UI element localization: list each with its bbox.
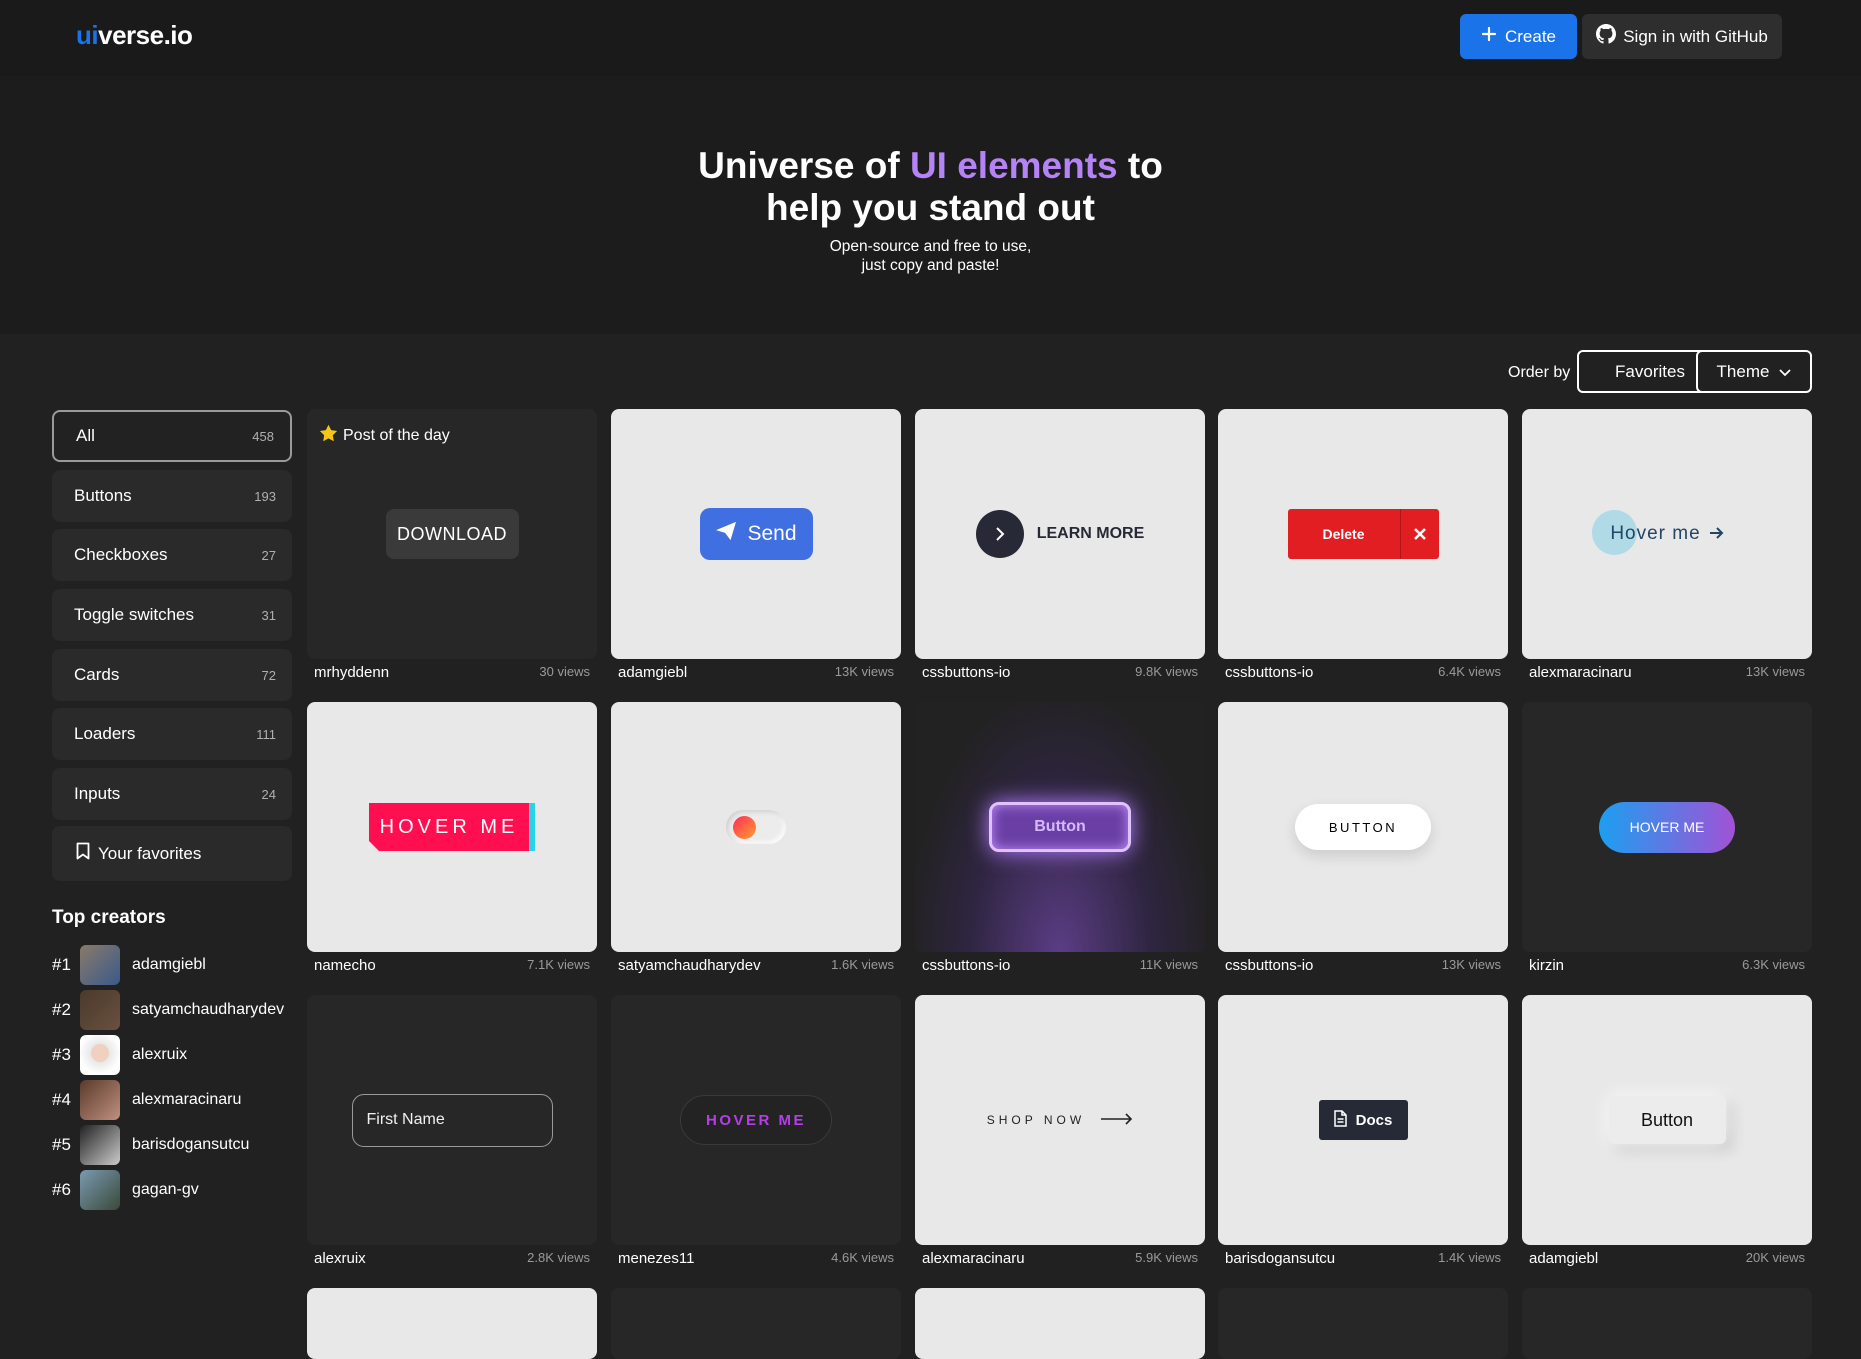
card-meta: alexruix 2.8K views: [314, 1250, 590, 1267]
pill-button[interactable]: BUTTON: [1295, 804, 1431, 850]
card-meta: cssbuttons-io 13K views: [1225, 957, 1501, 974]
card-meta: cssbuttons-io 9.8K views: [922, 664, 1198, 681]
element-card[interactable]: Hover me: [1522, 409, 1812, 659]
element-card[interactable]: Button: [1522, 995, 1812, 1245]
element-card[interactable]: LEARN MORE: [915, 409, 1205, 659]
sign-in-github-button[interactable]: Sign in with GitHub: [1582, 14, 1782, 59]
creator-item[interactable]: #2 satyamchaudharydev: [52, 990, 284, 1030]
bookmark-icon: [76, 842, 90, 865]
creator-item[interactable]: #5 barisdogansutcu: [52, 1125, 249, 1165]
order-by-label: Order by: [1508, 364, 1571, 381]
avatar: [80, 945, 120, 985]
docs-button[interactable]: Docs: [1318, 1100, 1408, 1140]
element-card[interactable]: SHOP NOW: [915, 995, 1205, 1245]
your-favorites-link[interactable]: Your favorites: [52, 826, 292, 881]
first-name-input[interactable]: First Name: [351, 1093, 553, 1147]
logo[interactable]: uiverse.io: [76, 20, 193, 51]
element-card[interactable]: Button: [915, 702, 1205, 952]
send-icon: [715, 521, 737, 547]
card-meta: satyamchaudharydev 1.6K views: [618, 957, 894, 974]
sidebar-item-loaders[interactable]: Loaders 111: [52, 708, 292, 760]
card-meta: menezes11 4.6K views: [618, 1250, 894, 1267]
element-card[interactable]: Send: [611, 409, 901, 659]
avatar: [80, 1125, 120, 1165]
create-button[interactable]: Create: [1460, 14, 1577, 59]
element-card[interactable]: [1522, 1288, 1812, 1359]
card-meta: barisdogansutcu 1.4K views: [1225, 1250, 1501, 1267]
avatar: [80, 1080, 120, 1120]
soft-button[interactable]: Button: [1608, 1096, 1726, 1144]
creator-item[interactable]: #4 alexmaracinaru: [52, 1080, 241, 1120]
card-meta: kirzin 6.3K views: [1529, 957, 1805, 974]
card-meta: alexmaracinaru 13K views: [1529, 664, 1805, 681]
hover-me-button[interactable]: HOVER ME: [369, 803, 535, 851]
toggle-knob: [733, 816, 756, 839]
card-meta: adamgiebl 13K views: [618, 664, 894, 681]
long-arrow-icon: [1101, 1112, 1133, 1128]
theme-select[interactable]: Theme: [1696, 350, 1812, 393]
neon-button[interactable]: Button: [989, 802, 1131, 852]
card-meta: adamgiebl 20K views: [1529, 1250, 1805, 1267]
creator-item[interactable]: #1 adamgiebl: [52, 945, 206, 985]
arrow-right-icon: [975, 510, 1024, 558]
card-meta: cssbuttons-io 6.4K views: [1225, 664, 1501, 681]
hero-section: Universe of UI elements to help you stan…: [0, 76, 1861, 334]
creator-item[interactable]: #6 gagan-gv: [52, 1170, 199, 1210]
hero-title: Universe of UI elements to help you stan…: [698, 145, 1163, 228]
element-card[interactable]: [611, 1288, 901, 1359]
card-meta: mrhyddenn 30 views: [314, 664, 590, 681]
send-button[interactable]: Send: [699, 508, 813, 560]
close-icon: [1399, 509, 1439, 559]
sidebar-item-buttons[interactable]: Buttons 193: [52, 470, 292, 522]
gradient-button[interactable]: HOVER ME: [1599, 801, 1735, 853]
avatar: [80, 1170, 120, 1210]
hover-me-button[interactable]: Hover me: [1592, 510, 1724, 555]
card-meta: cssbuttons-io 11K views: [922, 957, 1198, 974]
avatar: [80, 1035, 120, 1075]
plus-icon: [1481, 26, 1497, 47]
element-card[interactable]: HOVER ME: [611, 995, 901, 1245]
delete-button[interactable]: Delete: [1287, 509, 1439, 559]
element-card[interactable]: BUTTON: [1218, 702, 1508, 952]
card-meta: namecho 7.1K views: [314, 957, 590, 974]
element-card[interactable]: First Name: [307, 995, 597, 1245]
hero-subtitle: Open-source and free to use, just copy a…: [829, 238, 1032, 274]
shop-now-button[interactable]: SHOP NOW: [987, 1112, 1133, 1128]
creator-item[interactable]: #3 alexruix: [52, 1035, 187, 1075]
element-card[interactable]: HOVER ME: [307, 702, 597, 952]
github-icon: [1596, 24, 1617, 49]
sidebar-item-cards[interactable]: Cards 72: [52, 649, 292, 701]
top-creators-title: Top creators: [52, 907, 166, 928]
element-card[interactable]: Post of the day DOWNLOAD: [307, 409, 597, 659]
arrow-right-icon: [1709, 523, 1724, 545]
element-card[interactable]: [307, 1288, 597, 1359]
toggle-switch[interactable]: [726, 810, 786, 844]
element-card[interactable]: [915, 1288, 1205, 1359]
avatar: [80, 990, 120, 1030]
top-navbar: uiverse.io Create Sign in with GitHub: [0, 0, 1861, 76]
element-card[interactable]: HOVER ME: [1522, 702, 1812, 952]
learn-more-button[interactable]: LEARN MORE: [975, 510, 1144, 558]
sidebar-item-checkboxes[interactable]: Checkboxes 27: [52, 529, 292, 581]
hover-me-button[interactable]: HOVER ME: [680, 1095, 832, 1145]
element-card[interactable]: Docs: [1218, 995, 1508, 1245]
element-card[interactable]: Delete: [1218, 409, 1508, 659]
document-icon: [1333, 1109, 1347, 1131]
sidebar-item-toggle-switches[interactable]: Toggle switches 31: [52, 589, 292, 641]
element-card[interactable]: [1218, 1288, 1508, 1359]
download-button[interactable]: DOWNLOAD: [385, 509, 519, 559]
chevron-down-icon: [1779, 362, 1792, 382]
card-meta: alexmaracinaru 5.9K views: [922, 1250, 1198, 1267]
sidebar-item-inputs[interactable]: Inputs 24: [52, 768, 292, 820]
sidebar-item-all[interactable]: All 458: [52, 410, 292, 462]
element-card[interactable]: [611, 702, 901, 952]
